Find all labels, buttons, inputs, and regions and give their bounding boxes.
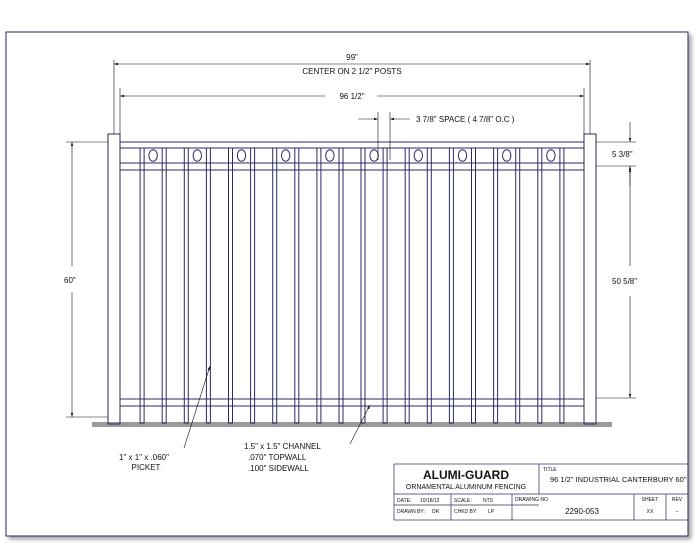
dim-picket-height: 50 5/8" (612, 277, 637, 286)
dim-overall-height: 60" (64, 276, 76, 285)
rev-value: -- (675, 509, 679, 515)
company-name: ALUMI-GUARD (423, 468, 509, 482)
scale-value: NTS (483, 498, 494, 504)
scale-label: SCALE: (454, 498, 472, 504)
picket-callout-line1: 1" x 1" x .060" (119, 453, 169, 462)
sheet-label: SHEET (642, 497, 659, 503)
cad-drawing-sheet: 99" CENTER ON 2 1/2" POSTS 96 1/2" 3 7/8… (0, 0, 700, 550)
channel-callout-line1: 1.5" x 1.5" CHANNEL (244, 442, 321, 451)
fence-drawing: 99" CENTER ON 2 1/2" POSTS 96 1/2" 3 7/8… (5, 31, 689, 537)
checked-label: CHKD BY: (454, 509, 477, 515)
date-value: 10/18/12 (420, 498, 440, 504)
date-label: DATE: (397, 498, 411, 504)
drawn-label: DRAWN BY: (397, 509, 425, 515)
company-tagline: ORNAMENTAL ALUMINUM FENCING (406, 484, 526, 491)
drawing-no-label: DRAWING NO (515, 497, 548, 503)
rev-label: REV (672, 497, 683, 503)
checked-value: LP (488, 509, 495, 515)
channel-callout-line3: .100" SIDEWALL (248, 464, 309, 473)
channel-callout-line2: .070" TOPWALL (248, 453, 307, 462)
dim-top-rail-drop: 5 3/8" (612, 150, 633, 159)
drawn-value: DR (432, 509, 440, 515)
sheet-value: XX (647, 509, 654, 515)
drawing-no-value: 2290-053 (565, 507, 599, 516)
ground-strip (92, 422, 612, 427)
picket-callout-line2: PICKET (132, 463, 161, 472)
dim-overall-width: 99" (346, 53, 358, 62)
title-label: TITLE (543, 467, 557, 473)
dim-panel-width: 96 1/2" (339, 92, 364, 101)
dim-post-centers: CENTER ON 2 1/2" POSTS (302, 67, 401, 76)
dim-picket-space: 3 7/8" SPACE ( 4 7/8" O.C ) (416, 115, 515, 124)
drawing-title: 96 1/2" INDUSTRIAL CANTERBURY 60" (550, 475, 687, 484)
